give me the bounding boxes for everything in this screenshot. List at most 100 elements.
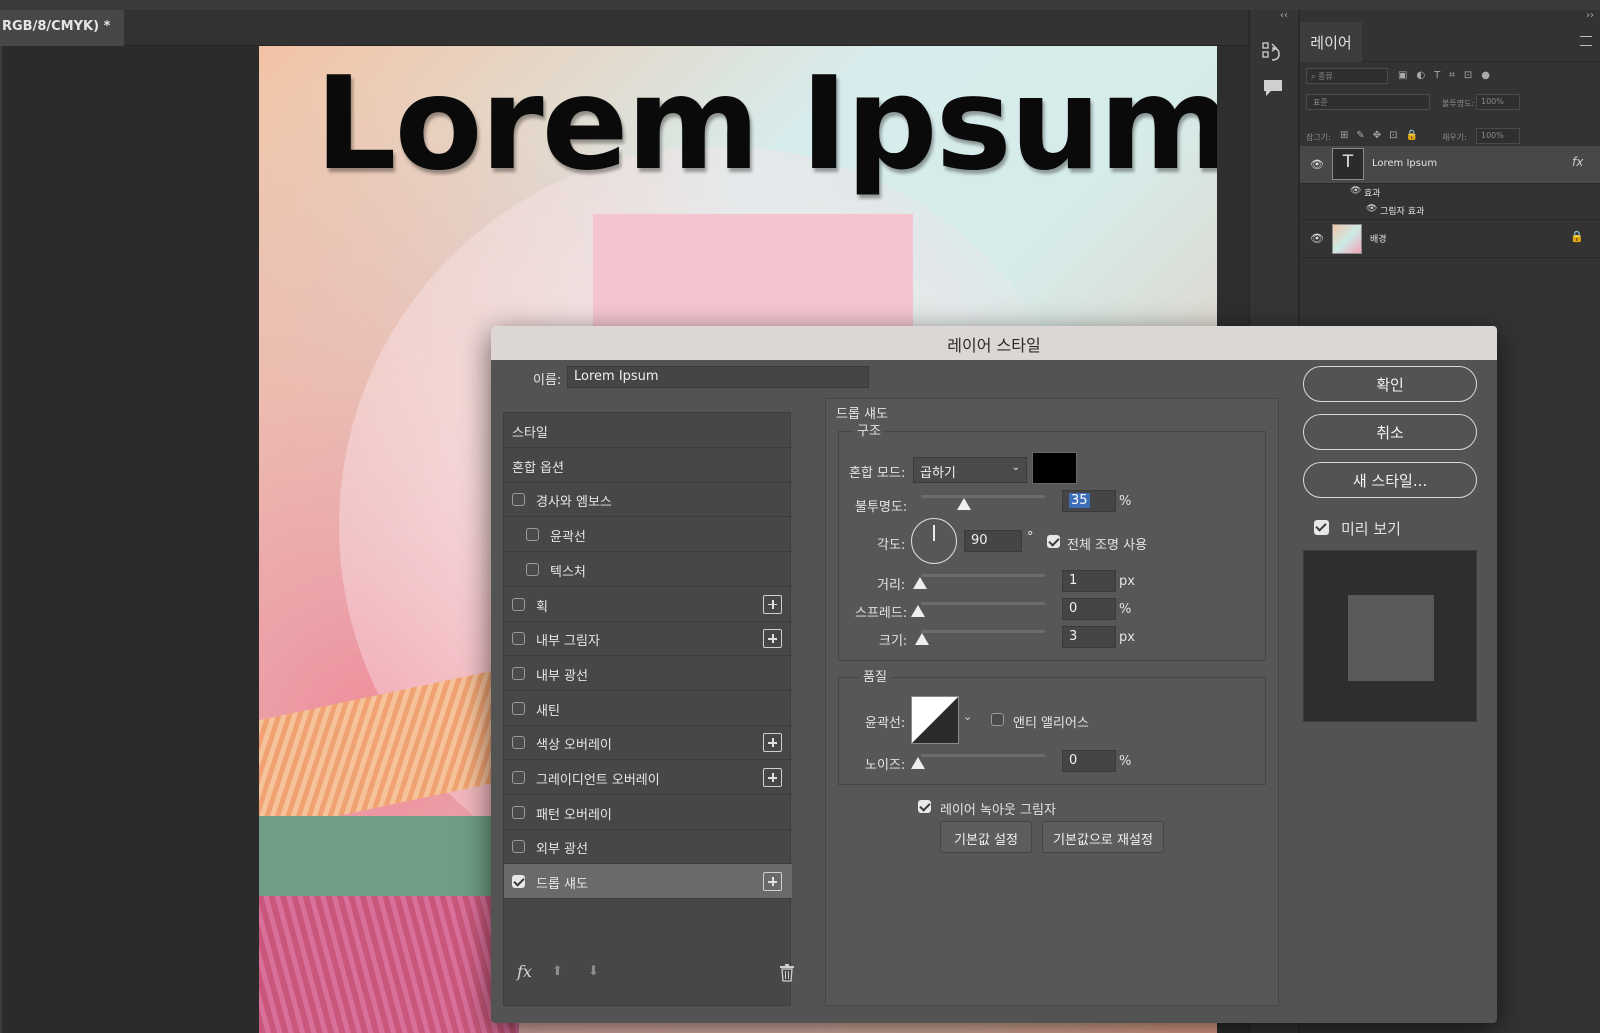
opacity-field[interactable]: 35 bbox=[1062, 490, 1116, 512]
fill-field[interactable]: 100% bbox=[1476, 128, 1520, 144]
angle-field[interactable]: 90 bbox=[964, 530, 1022, 552]
fx-icon[interactable]: fx bbox=[1572, 155, 1583, 169]
canvas-headline: Lorem Ipsum bbox=[315, 50, 1217, 199]
distance-unit: px bbox=[1119, 574, 1135, 589]
panel-menu-icon[interactable] bbox=[1580, 36, 1592, 46]
style-item[interactable]: 스타일 bbox=[504, 413, 792, 448]
effects-row[interactable]: 👁 효과 bbox=[1300, 184, 1600, 202]
distance-slider-track[interactable] bbox=[921, 574, 1045, 577]
layer-filter-select[interactable]: ⌕ 종류 bbox=[1306, 68, 1388, 84]
noise-field[interactable]: 0 bbox=[1062, 750, 1116, 772]
style-checkbox[interactable] bbox=[512, 493, 525, 507]
style-item[interactable]: 그레이디언트 오버레이 bbox=[504, 760, 792, 795]
style-checkbox[interactable] bbox=[512, 666, 525, 680]
add-effect-plus-icon[interactable] bbox=[763, 768, 782, 787]
new-style-button[interactable]: 새 스타일... bbox=[1303, 462, 1477, 498]
effects-eye-icon[interactable]: 👁 bbox=[1350, 186, 1361, 196]
lock-icons[interactable]: ⊞✎✥⊡🔒 bbox=[1340, 130, 1426, 141]
reset-default-button[interactable]: 기본값으로 재설정 bbox=[1042, 821, 1164, 853]
angle-dial[interactable] bbox=[911, 518, 957, 564]
antialias-checkbox[interactable] bbox=[991, 713, 1004, 726]
drop-shadow-effect-row[interactable]: 👁 그림자 효과 bbox=[1300, 202, 1600, 220]
tab-layers[interactable]: 레이어 bbox=[1300, 22, 1362, 62]
contour-chevron-down-icon[interactable]: ⌄ bbox=[963, 710, 972, 723]
knockout-checkbox[interactable] bbox=[918, 800, 931, 813]
blend-mode-select[interactable]: 곱하기 ⌄ bbox=[913, 457, 1027, 483]
style-item[interactable]: 획 bbox=[504, 587, 792, 622]
global-light-checkbox[interactable] bbox=[1047, 535, 1060, 548]
size-slider-track[interactable] bbox=[921, 630, 1045, 633]
visibility-eye-icon[interactable]: 👁 bbox=[1310, 158, 1324, 171]
opacity-field[interactable]: 100% bbox=[1476, 94, 1520, 110]
noise-slider-thumb[interactable] bbox=[911, 757, 925, 769]
size-slider-thumb[interactable] bbox=[915, 633, 929, 645]
style-checkbox[interactable] bbox=[512, 875, 525, 889]
spread-slider-track[interactable] bbox=[921, 602, 1045, 605]
style-item[interactable]: 외부 광선 bbox=[504, 829, 792, 865]
noise-slider-track[interactable] bbox=[921, 754, 1045, 757]
add-effect-plus-icon[interactable] bbox=[763, 872, 782, 892]
drop-shadow-eye-icon[interactable]: 👁 bbox=[1366, 204, 1377, 214]
style-item[interactable]: 새틴 bbox=[504, 691, 792, 726]
style-checkbox[interactable] bbox=[512, 701, 525, 715]
style-item[interactable]: 혼합 옵션 bbox=[504, 448, 792, 483]
preview-checkbox[interactable] bbox=[1314, 520, 1329, 535]
cancel-button[interactable]: 취소 bbox=[1303, 414, 1477, 450]
size-unit: px bbox=[1119, 630, 1135, 645]
comment-icon[interactable] bbox=[1261, 76, 1285, 100]
opacity-unit: % bbox=[1119, 494, 1132, 509]
history-icon[interactable] bbox=[1261, 40, 1285, 64]
visibility-eye-icon[interactable]: 👁 bbox=[1310, 232, 1324, 245]
distance-field[interactable]: 1 bbox=[1062, 570, 1116, 592]
style-item[interactable]: 색상 오버레이 bbox=[504, 725, 792, 761]
layer-row-text[interactable]: 👁 T Lorem Ipsum fx bbox=[1300, 146, 1600, 184]
style-checkbox[interactable] bbox=[526, 528, 539, 542]
blend-mode-value: 곱하기 bbox=[920, 466, 956, 481]
ok-button[interactable]: 확인 bbox=[1303, 366, 1477, 402]
fx-menu-icon[interactable]: fx bbox=[517, 962, 532, 981]
style-checkbox[interactable] bbox=[512, 597, 525, 611]
style-checkbox[interactable] bbox=[512, 840, 525, 854]
text-layer-thumbnail-icon: T bbox=[1332, 148, 1364, 180]
add-effect-plus-icon[interactable] bbox=[763, 594, 782, 614]
style-checkbox[interactable] bbox=[512, 632, 525, 646]
style-item[interactable]: 윤곽선 bbox=[504, 517, 792, 553]
collapse-right-icon[interactable]: ›› bbox=[1586, 10, 1594, 21]
knockout-label: 레이어 녹아웃 그림자 bbox=[940, 803, 1056, 818]
filter-type-icons[interactable]: ▣◐T⌗⊡● bbox=[1398, 70, 1499, 81]
set-default-button[interactable]: 기본값 설정 bbox=[940, 821, 1032, 853]
layer-row-background[interactable]: 👁 배경 🔒 bbox=[1300, 220, 1600, 258]
delete-effect-icon[interactable] bbox=[779, 964, 795, 982]
blend-mode-select[interactable]: 표준 bbox=[1306, 94, 1430, 110]
style-item[interactable]: 텍스처 bbox=[504, 552, 792, 587]
style-item[interactable]: 패턴 오버레이 bbox=[504, 795, 792, 830]
style-item[interactable]: 경사와 엠보스 bbox=[504, 482, 792, 518]
contour-preview-icon[interactable] bbox=[911, 696, 959, 744]
style-checkbox[interactable] bbox=[512, 736, 525, 750]
collapse-left-icon[interactable]: ‹‹ bbox=[1280, 10, 1288, 21]
angle-unit: ° bbox=[1027, 530, 1034, 545]
move-up-icon[interactable]: ⬆ bbox=[552, 964, 563, 979]
add-effect-plus-icon[interactable] bbox=[763, 629, 782, 649]
style-item[interactable]: 내부 그림자 bbox=[504, 621, 792, 657]
opacity-slider-thumb[interactable] bbox=[957, 498, 971, 510]
document-tab[interactable]: RGB/8/CMYK) * bbox=[0, 10, 124, 46]
add-effect-plus-icon[interactable] bbox=[763, 733, 782, 753]
style-item-label: 외부 광선 bbox=[536, 842, 588, 858]
opacity-value: 100% bbox=[1481, 97, 1504, 106]
spread-slider-thumb[interactable] bbox=[911, 605, 925, 617]
style-item[interactable]: 내부 광선 bbox=[504, 656, 792, 691]
move-down-icon[interactable]: ⬇ bbox=[588, 964, 599, 979]
name-field[interactable]: Lorem Ipsum bbox=[567, 366, 869, 388]
style-checkbox[interactable] bbox=[526, 562, 539, 576]
blend-mode-label: 혼합 모드: bbox=[849, 466, 906, 481]
size-field[interactable]: 3 bbox=[1062, 626, 1116, 648]
angle-label: 각도: bbox=[877, 538, 906, 553]
distance-slider-thumb[interactable] bbox=[913, 577, 927, 589]
style-checkbox[interactable] bbox=[512, 771, 525, 784]
style-checkbox[interactable] bbox=[512, 805, 525, 819]
opacity-slider-track[interactable] bbox=[921, 495, 1045, 498]
style-item[interactable]: 드롭 섀도 bbox=[504, 864, 792, 900]
shadow-color-swatch[interactable] bbox=[1032, 452, 1077, 484]
spread-field[interactable]: 0 bbox=[1062, 598, 1116, 620]
